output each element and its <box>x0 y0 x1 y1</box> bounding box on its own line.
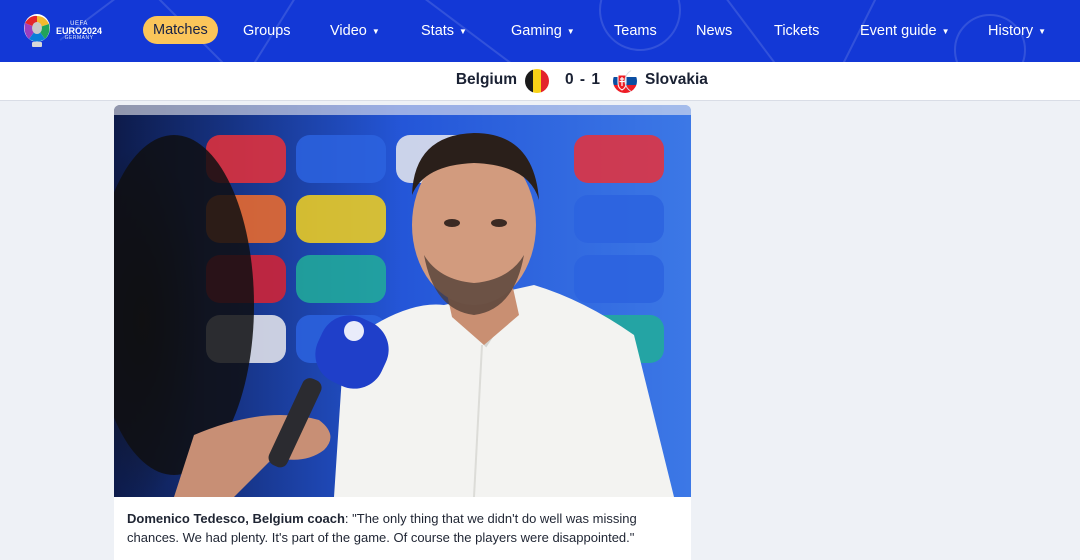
nav-matches-label: Matches <box>153 22 208 38</box>
press-interview-image <box>114 105 691 497</box>
nav-news-label: News <box>696 23 733 39</box>
nav-video[interactable]: Video ▼ <box>330 18 380 44</box>
caption-speaker: Domenico Tedesco, Belgium coach <box>127 511 345 526</box>
nav-stats-label: Stats <box>421 23 455 39</box>
nav-history[interactable]: History ▼ <box>988 18 1046 44</box>
chevron-down-icon: ▼ <box>1038 27 1047 36</box>
top-navigation: UEFA EURO2024 GERMANY Matches Groups Vid… <box>0 0 1080 62</box>
chevron-down-icon: ▼ <box>459 27 467 36</box>
home-team-name[interactable]: Belgium <box>456 71 517 89</box>
nav-history-label: History <box>988 23 1034 39</box>
euro2024-logo[interactable]: UEFA EURO2024 GERMANY <box>22 11 106 51</box>
nav-teams[interactable]: Teams <box>614 18 657 44</box>
nav-stats[interactable]: Stats ▼ <box>421 18 467 44</box>
nav-teams-label: Teams <box>614 23 657 39</box>
nav-tickets[interactable]: Tickets <box>774 18 819 44</box>
photo-caption: Domenico Tedesco, Belgium coach: "The on… <box>114 497 691 560</box>
chevron-down-icon: ▼ <box>941 27 950 36</box>
nav-news[interactable]: News <box>696 18 732 44</box>
nav-tickets-label: Tickets <box>774 23 820 39</box>
nav-groups-label: Groups <box>243 23 291 39</box>
match-score: 0 - 1 <box>565 71 602 88</box>
away-team-name[interactable]: Slovakia <box>645 71 708 89</box>
article-photo <box>114 105 691 497</box>
nav-event-guide[interactable]: Event guide ▼ <box>860 18 950 44</box>
nav-gaming-label: Gaming <box>511 23 562 39</box>
nav-video-label: Video <box>330 23 367 39</box>
logo-country-text: GERMANY <box>64 35 94 41</box>
match-scorebar[interactable]: Belgium 0 - 1 Slovakia <box>0 62 1080 101</box>
nav-groups[interactable]: Groups <box>243 18 291 44</box>
chevron-down-icon: ▼ <box>566 27 575 36</box>
nav-gaming[interactable]: Gaming ▼ <box>511 18 575 44</box>
nav-matches[interactable]: Matches <box>143 16 218 44</box>
belgium-flag-icon <box>525 69 549 93</box>
chevron-down-icon: ▼ <box>371 27 380 36</box>
trophy-icon <box>24 14 50 47</box>
nav-event-guide-label: Event guide <box>860 23 937 39</box>
slovakia-flag-icon <box>613 69 637 93</box>
